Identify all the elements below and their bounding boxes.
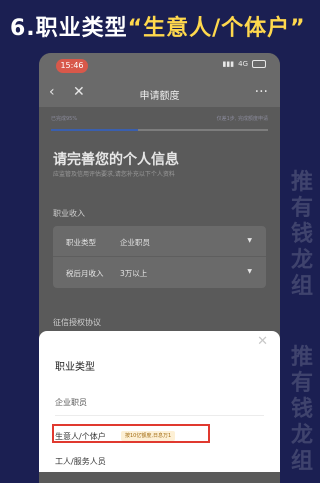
progress-row: 已完成95% 仅差1步, 完成额度申请 [51, 115, 268, 127]
form-row-label: 职业类型 [66, 238, 96, 247]
form-row-label: 税后月收入 [66, 269, 104, 278]
caret-down-icon: ▼ [247, 268, 252, 275]
status-icons: ▮▮▮ 4G [223, 60, 266, 68]
page-heading: 请完善您的个人信息 [53, 152, 179, 168]
watermark: 推有钱龙组 [290, 170, 313, 299]
watermark: 推有钱龙组 [290, 345, 313, 474]
page-subtitle: 应监管及信用评估要求,请您补充以下个人资料 [53, 171, 175, 178]
option-label: 工人/服务人员 [55, 457, 106, 466]
sheet-title: 职业类型 [55, 362, 95, 373]
occupation-picker-sheet: ✕ 职业类型 企业职员 生意人/个体户 按10亿额度,日息万1 [39, 331, 280, 472]
form-row-value: 3万以上 [120, 269, 148, 278]
annotation-highlight-box [52, 424, 210, 443]
network-label: 4G [238, 60, 248, 68]
status-bar: 15:46 ▮▮▮ 4G [39, 53, 280, 79]
progress-done-label: 已完成95% [51, 116, 78, 122]
form-row-value: 企业职员 [120, 238, 150, 247]
option-worker[interactable]: 工人/服务人员 [55, 456, 106, 467]
more-icon[interactable]: ··· [255, 85, 268, 99]
signal-icon: ▮▮▮ [222, 60, 235, 68]
section-income-label: 职业收入 [53, 209, 85, 218]
form-row-occupation[interactable]: 职业类型 企业职员 ▼ [53, 226, 266, 257]
progress-bar [51, 129, 268, 131]
nav-bar: ‹ ✕ 申请额度 ··· [39, 79, 280, 108]
section-auth-label: 征信授权协议 [53, 318, 101, 327]
progress-next-label: 仅差1步, 完成额度申请 [216, 116, 268, 122]
caret-down-icon: ▼ [247, 237, 252, 244]
status-time: 15:46 [56, 59, 88, 73]
form-row-income[interactable]: 税后月收入 3万以上 ▼ [53, 257, 266, 287]
close-icon[interactable]: ✕ [257, 335, 268, 349]
battery-icon [252, 60, 266, 68]
option-label: 企业职员 [55, 398, 87, 407]
income-form-card: 职业类型 企业职员 ▼ 税后月收入 3万以上 ▼ [53, 226, 266, 288]
nav-title: 申请额度 [139, 91, 180, 102]
banner-title: 6.职业类型“生意人/个体户” [10, 10, 306, 44]
banner-highlight: “生意人/个体户” [127, 16, 306, 41]
progress-fill [51, 129, 138, 131]
banner-prefix: 6.职业类型 [10, 16, 128, 41]
option-employee[interactable]: 企业职员 [55, 391, 264, 416]
